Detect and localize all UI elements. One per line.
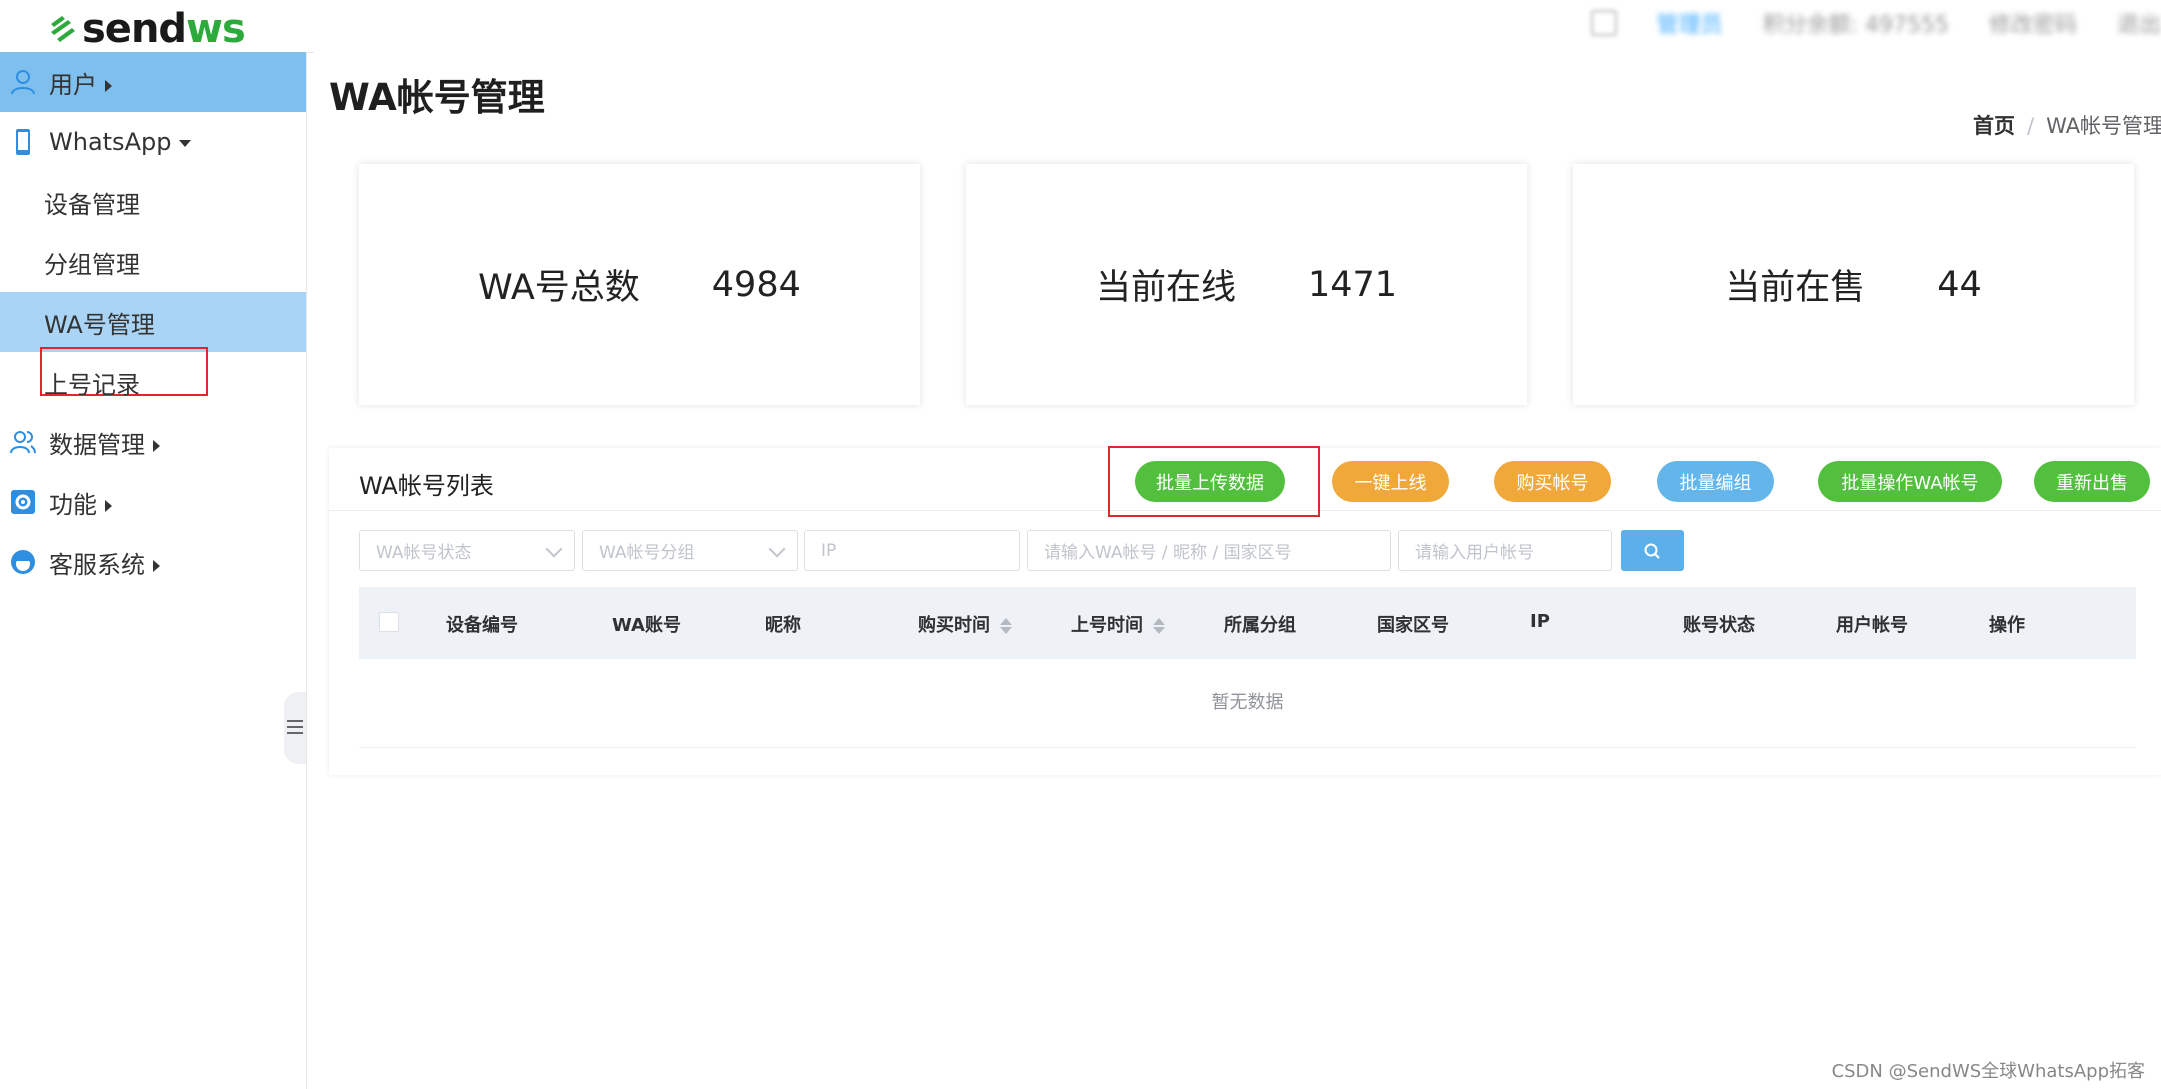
- sidebar-item-customer-service[interactable]: 客服系统: [0, 532, 306, 592]
- caret-right-icon: [153, 559, 160, 572]
- sidebar-item-wa-management[interactable]: WA号管理: [0, 292, 306, 352]
- chevron-down-icon: [768, 540, 786, 558]
- status-select[interactable]: WA帐号状态: [359, 530, 575, 571]
- keyword-input[interactable]: 请输入WA帐号 / 昵称 / 国家区号: [1027, 530, 1391, 571]
- sidebar-item-label: 上号记录: [44, 370, 140, 399]
- group-select[interactable]: WA帐号分组: [582, 530, 798, 571]
- stat-label: 当前在售: [1725, 268, 1866, 308]
- sort-icon[interactable]: [1000, 617, 1012, 635]
- column-header: 所属分组: [1224, 615, 1296, 636]
- breadcrumb-separator: /: [2027, 114, 2035, 138]
- sidebar-item-label: 数据管理: [49, 430, 145, 459]
- sidebar-item-label: WhatsApp: [49, 128, 172, 156]
- stat-card-total: WA号总数 4984: [359, 164, 920, 405]
- list-title: WA帐号列表: [359, 472, 494, 500]
- column-header: IP: [1530, 611, 1550, 632]
- sidebar-item-label: 设备管理: [44, 190, 140, 219]
- select-all-checkbox[interactable]: [379, 612, 399, 632]
- input-placeholder: 请输入用户帐号: [1415, 543, 1534, 563]
- menu-icon: [287, 720, 303, 738]
- batch-edit-group-button[interactable]: 批量编组: [1657, 461, 1774, 502]
- column-header: WA账号: [612, 615, 681, 636]
- page-title: WA帐号管理: [329, 76, 545, 119]
- sidebar-item-label: 用户: [49, 70, 97, 99]
- stat-card-online: 当前在线 1471: [966, 164, 1527, 405]
- sidebar-item-group-management[interactable]: 分组管理: [0, 232, 306, 292]
- sidebar: 用户 WhatsApp 设备管理 分组管理 WA号管理 上号记录 数据管理 功能…: [0, 52, 307, 1089]
- logo-mark-icon: [51, 16, 75, 42]
- gear-icon: [11, 490, 35, 514]
- column-header-sortable[interactable]: 上号时间: [1071, 611, 1165, 637]
- column-header-sortable[interactable]: 购买时间: [918, 611, 1012, 637]
- stat-label: 当前在线: [1095, 268, 1236, 308]
- logo-text-ws: ws: [186, 6, 246, 52]
- collapse-sidebar-toggle[interactable]: [284, 692, 306, 764]
- support-icon: [11, 550, 35, 574]
- column-header: 操作: [1989, 615, 2025, 636]
- caret-right-icon: [105, 499, 112, 512]
- select-placeholder: WA帐号状态: [376, 543, 472, 563]
- current-user[interactable]: 管理员: [1657, 7, 1723, 39]
- sort-icon[interactable]: [1153, 617, 1165, 635]
- column-header: 昵称: [765, 615, 801, 636]
- breadcrumb: 首页 / WA帐号管理: [1973, 110, 2161, 140]
- sidebar-item-device-management[interactable]: 设备管理: [0, 172, 306, 232]
- column-header-label: 购买时间: [918, 615, 990, 636]
- sidebar-item-user[interactable]: 用户: [0, 52, 306, 112]
- sendws-logo[interactable]: sendws: [48, 6, 246, 52]
- caret-down-icon: [179, 139, 192, 147]
- one-click-online-button[interactable]: 一键上线: [1332, 461, 1449, 502]
- logout-link[interactable]: 退出: [2117, 7, 2161, 39]
- column-header: 用户帐号: [1836, 615, 1908, 636]
- breadcrumb-home[interactable]: 首页: [1973, 114, 2015, 138]
- search-button[interactable]: [1621, 530, 1684, 571]
- logo-text-send: send: [82, 6, 187, 52]
- empty-table-text: 暂无数据: [359, 659, 2136, 748]
- sidebar-item-login-records[interactable]: 上号记录: [0, 352, 306, 412]
- top-header: sendws 管理员 积分余额: 497555 修改密码 退出: [0, 0, 2161, 53]
- search-icon: [1644, 543, 1660, 559]
- caret-right-icon: [105, 79, 112, 92]
- column-header-label: 上号时间: [1071, 615, 1143, 636]
- sidebar-item-label: 分组管理: [44, 250, 140, 279]
- user-account-input[interactable]: 请输入用户帐号: [1398, 530, 1612, 571]
- users-icon: [10, 431, 36, 454]
- stat-value: 1471: [1307, 264, 1398, 305]
- ip-input[interactable]: IP: [804, 530, 1020, 571]
- column-header: 设备编号: [446, 615, 518, 636]
- stat-label: WA号总数: [478, 268, 640, 308]
- stat-value: 4984: [711, 264, 801, 305]
- account-list-panel: WA帐号列表 批量上传数据 一键上线 购买帐号 批量编组 批量操作WA帐号 重新…: [329, 446, 2161, 775]
- main-content: WA帐号管理 首页 / WA帐号管理 WA号总数 4984 当前在线 1471 当前在售…: [314, 52, 2161, 1089]
- top-right-menu: 管理员 积分余额: 497555 修改密码 退出: [1590, 7, 2161, 39]
- fullscreen-icon[interactable]: [1590, 10, 1617, 36]
- sidebar-item-label: 客服系统: [49, 550, 145, 579]
- buy-account-button[interactable]: 购买帐号: [1494, 461, 1611, 502]
- sidebar-item-label: 功能: [49, 490, 97, 519]
- stat-value: 44: [1937, 264, 1982, 305]
- batch-operate-button[interactable]: 批量操作WA帐号: [1818, 461, 2002, 502]
- sidebar-item-data-management[interactable]: 数据管理: [0, 412, 306, 472]
- highlight-box: [1108, 446, 1320, 517]
- sidebar-item-label: WA号管理: [44, 310, 155, 339]
- stat-card-on-sale: 当前在售 44: [1573, 164, 2134, 405]
- sidebar-item-whatsapp[interactable]: WhatsApp: [0, 112, 306, 172]
- input-placeholder: 请输入WA帐号 / 昵称 / 国家区号: [1044, 543, 1292, 563]
- user-icon: [11, 70, 35, 95]
- watermark: CSDN @SendWS全球WhatsApp拓客: [1831, 1061, 2145, 1082]
- column-header: 账号状态: [1683, 615, 1755, 636]
- resell-button[interactable]: 重新出售: [2034, 461, 2150, 502]
- input-placeholder: IP: [821, 540, 837, 561]
- caret-right-icon: [153, 439, 160, 452]
- change-password-link[interactable]: 修改密码: [1989, 7, 2077, 39]
- phone-icon: [16, 129, 30, 155]
- chevron-down-icon: [545, 540, 563, 558]
- select-placeholder: WA帐号分组: [599, 543, 695, 563]
- points-balance: 积分余额: 497555: [1762, 13, 1949, 38]
- sidebar-item-functions[interactable]: 功能: [0, 472, 306, 532]
- table-header: 设备编号 WA账号 昵称 购买时间 上号时间 所属分组 国家区号 IP 账号状态…: [359, 587, 2136, 659]
- breadcrumb-current: WA帐号管理: [2046, 114, 2161, 138]
- column-header: 国家区号: [1377, 615, 1449, 636]
